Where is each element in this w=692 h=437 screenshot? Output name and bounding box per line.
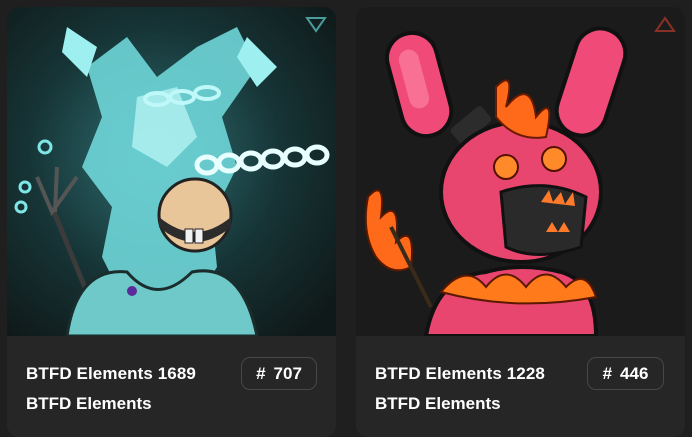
triangle-up-icon [654, 16, 676, 32]
hash-label: # [602, 363, 613, 383]
rank-badge: # 707 [241, 357, 317, 390]
rank-badge: # 446 [587, 357, 664, 390]
collection-name: BTFD Elements [375, 394, 501, 413]
nft-title: BTFD Elements 1228 [375, 364, 545, 383]
hash-label: # [256, 363, 266, 383]
nft-image[interactable] [356, 7, 685, 336]
triangle-down-icon [305, 17, 327, 33]
nft-card[interactable]: BTFD Elements 1228 BTFD Elements # 446 [356, 7, 685, 437]
nft-title: BTFD Elements 1689 [26, 364, 196, 383]
collection-name: BTFD Elements [26, 394, 152, 413]
rank-value: 707 [273, 363, 302, 383]
nft-card[interactable]: BTFD Elements 1689 BTFD Elements # 707 [7, 7, 336, 437]
rank-value: 446 [620, 363, 649, 383]
nft-image[interactable] [7, 7, 336, 336]
